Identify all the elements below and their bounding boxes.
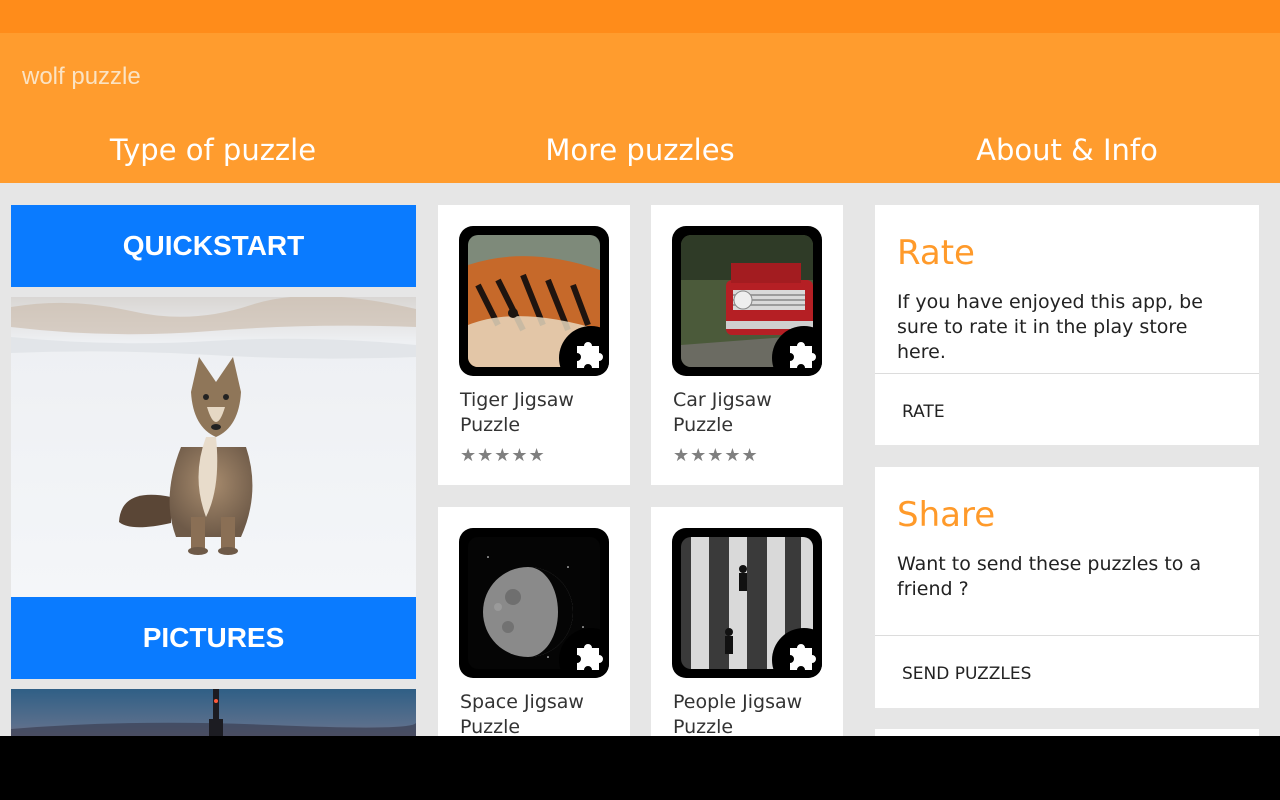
- city-photo[interactable]: [11, 689, 416, 736]
- tab-type-of-puzzle[interactable]: Type of puzzle: [0, 133, 426, 167]
- quickstart-button[interactable]: QUICKSTART: [11, 205, 416, 287]
- puzzle-card[interactable]: Tiger Jigsaw Puzzle ★★★★★: [438, 205, 630, 485]
- rating-stars: ★★★★★: [460, 445, 546, 466]
- wolf-photo[interactable]: [11, 297, 416, 597]
- puzzle-thumbnail: [459, 226, 609, 376]
- puzzle-thumbnail: [459, 528, 609, 678]
- system-navigation-bar: [0, 736, 1280, 800]
- puzzle-card[interactable]: Car Jigsaw Puzzle ★★★★★: [651, 205, 843, 485]
- app-bar: wolf puzzle Type of puzzle More puzzles …: [0, 33, 1280, 183]
- divider: [875, 373, 1259, 374]
- app-title: wolf puzzle: [22, 63, 141, 90]
- tab-more-puzzles[interactable]: More puzzles: [427, 133, 853, 167]
- rating-stars: ★★★★★: [673, 445, 759, 466]
- puzzle-title: Tiger Jigsaw Puzzle: [460, 389, 574, 436]
- pictures-button[interactable]: PICTURES: [11, 597, 416, 679]
- puzzle-thumbnail: [672, 528, 822, 678]
- info-card-partial: [875, 729, 1259, 736]
- status-bar: [0, 0, 1280, 33]
- tab-about-info[interactable]: About & Info: [854, 133, 1280, 167]
- puzzle-thumbnail: [672, 226, 822, 376]
- content-area: QUICKSTART PICTURES Tiger Jigsaw Puzzle …: [0, 183, 1280, 736]
- puzzle-title: People Jigsaw Puzzle: [673, 691, 803, 736]
- rate-text: If you have enjoyed this app, be sure to…: [897, 291, 1203, 363]
- share-text: Want to send these puzzles to a friend ?: [897, 553, 1202, 600]
- puzzle-title: Space Jigsaw Puzzle: [460, 691, 584, 736]
- share-card: Share Want to send these puzzles to a fr…: [875, 467, 1259, 708]
- puzzle-title: Car Jigsaw Puzzle: [673, 389, 772, 436]
- rate-card: Rate If you have enjoyed this app, be su…: [875, 205, 1259, 445]
- share-title: Share: [897, 495, 996, 535]
- rate-title: Rate: [897, 233, 975, 273]
- puzzle-card[interactable]: People Jigsaw Puzzle: [651, 507, 843, 736]
- divider: [875, 635, 1259, 636]
- rate-button[interactable]: RATE: [902, 402, 945, 422]
- send-puzzles-button[interactable]: SEND PUZZLES: [902, 664, 1031, 684]
- puzzle-card[interactable]: Space Jigsaw Puzzle: [438, 507, 630, 736]
